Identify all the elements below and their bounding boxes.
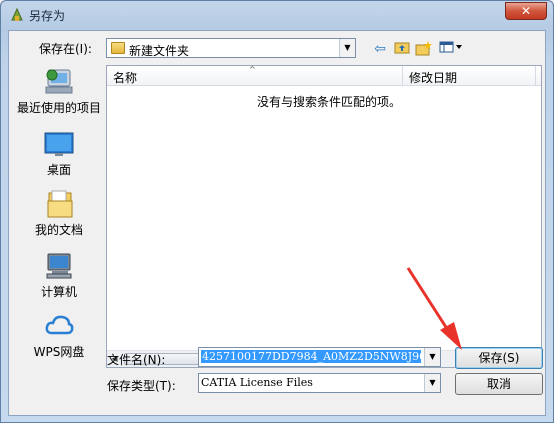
app-icon — [11, 7, 23, 21]
column-header-name[interactable]: 名称 — [113, 69, 137, 86]
view-menu-icon[interactable] — [439, 40, 465, 58]
folder-icon — [111, 42, 125, 54]
column-divider[interactable] — [535, 66, 536, 86]
computer-icon — [43, 251, 75, 281]
chevron-down-icon[interactable]: ▼ — [424, 348, 440, 366]
filename-input[interactable]: 4257100177DD7984_A0MZ2D5NW8J96U5.licz — [201, 350, 421, 363]
column-header-modified[interactable]: 修改日期 — [409, 69, 457, 86]
save-in-combo[interactable]: 新建文件夹 ▼ — [106, 38, 356, 58]
filename-label: 文件名(N): — [107, 353, 166, 367]
window-title: 另存为 — [29, 9, 66, 23]
column-divider[interactable] — [402, 66, 403, 86]
back-arrow-icon[interactable]: ⇦ — [371, 40, 389, 58]
place-label: 计算机 — [40, 285, 77, 299]
recent-items-icon — [43, 67, 75, 97]
up-folder-icon[interactable] — [393, 40, 411, 58]
save-button[interactable]: 保存(S) — [455, 347, 543, 369]
place-desktop[interactable]: 桌面 — [15, 129, 103, 178]
filetype-label: 保存类型(T): — [107, 379, 176, 393]
save-in-value: 新建文件夹 — [129, 44, 190, 58]
filetype-value: CATIA License Files — [201, 376, 313, 389]
list-header: 名称 ^ 修改日期 — [107, 65, 541, 86]
place-label: 桌面 — [46, 163, 71, 177]
close-button[interactable]: ✕ — [505, 2, 547, 20]
place-label: 最近使用的项目 — [16, 101, 101, 115]
save-as-dialog: 另存为 ✕ 保存在(I): 新建文件夹 ▼ ⇦ 最近使用的项目 桌面 我的文档 … — [0, 0, 554, 423]
place-wps-cloud[interactable]: WPS网盘 — [15, 311, 103, 360]
title-bar: 另存为 ✕ — [1, 1, 553, 29]
place-documents[interactable]: 我的文档 — [15, 189, 103, 238]
filename-field[interactable]: 4257100177DD7984_A0MZ2D5NW8J96U5.licz ▼ — [198, 347, 441, 367]
place-recent[interactable]: 最近使用的项目 — [15, 67, 103, 116]
file-list[interactable]: 名称 ^ 修改日期 没有与搜索条件匹配的项。 ◀ III ▶ — [106, 65, 542, 368]
save-in-label: 保存在(I): — [39, 42, 92, 56]
filetype-select[interactable]: CATIA License Files ▼ — [198, 373, 441, 393]
dialog-body: 保存在(I): 新建文件夹 ▼ ⇦ 最近使用的项目 桌面 我的文档 计算机 WP… — [8, 30, 546, 416]
place-label: WPS网盘 — [33, 345, 85, 359]
place-computer[interactable]: 计算机 — [15, 251, 103, 300]
chevron-down-icon[interactable]: ▼ — [339, 39, 355, 57]
sort-ascending-icon: ^ — [249, 65, 256, 74]
places-bar: 最近使用的项目 桌面 我的文档 计算机 WPS网盘 — [15, 65, 105, 370]
close-icon: ✕ — [520, 4, 532, 18]
cancel-button[interactable]: 取消 — [455, 373, 543, 395]
my-documents-icon — [43, 189, 75, 219]
cloud-drive-icon — [43, 311, 75, 341]
desktop-icon — [43, 129, 75, 159]
new-folder-icon[interactable] — [415, 40, 433, 58]
empty-message: 没有与搜索条件匹配的项。 — [257, 95, 402, 109]
chevron-down-icon[interactable]: ▼ — [424, 374, 440, 392]
place-label: 我的文档 — [34, 223, 83, 237]
